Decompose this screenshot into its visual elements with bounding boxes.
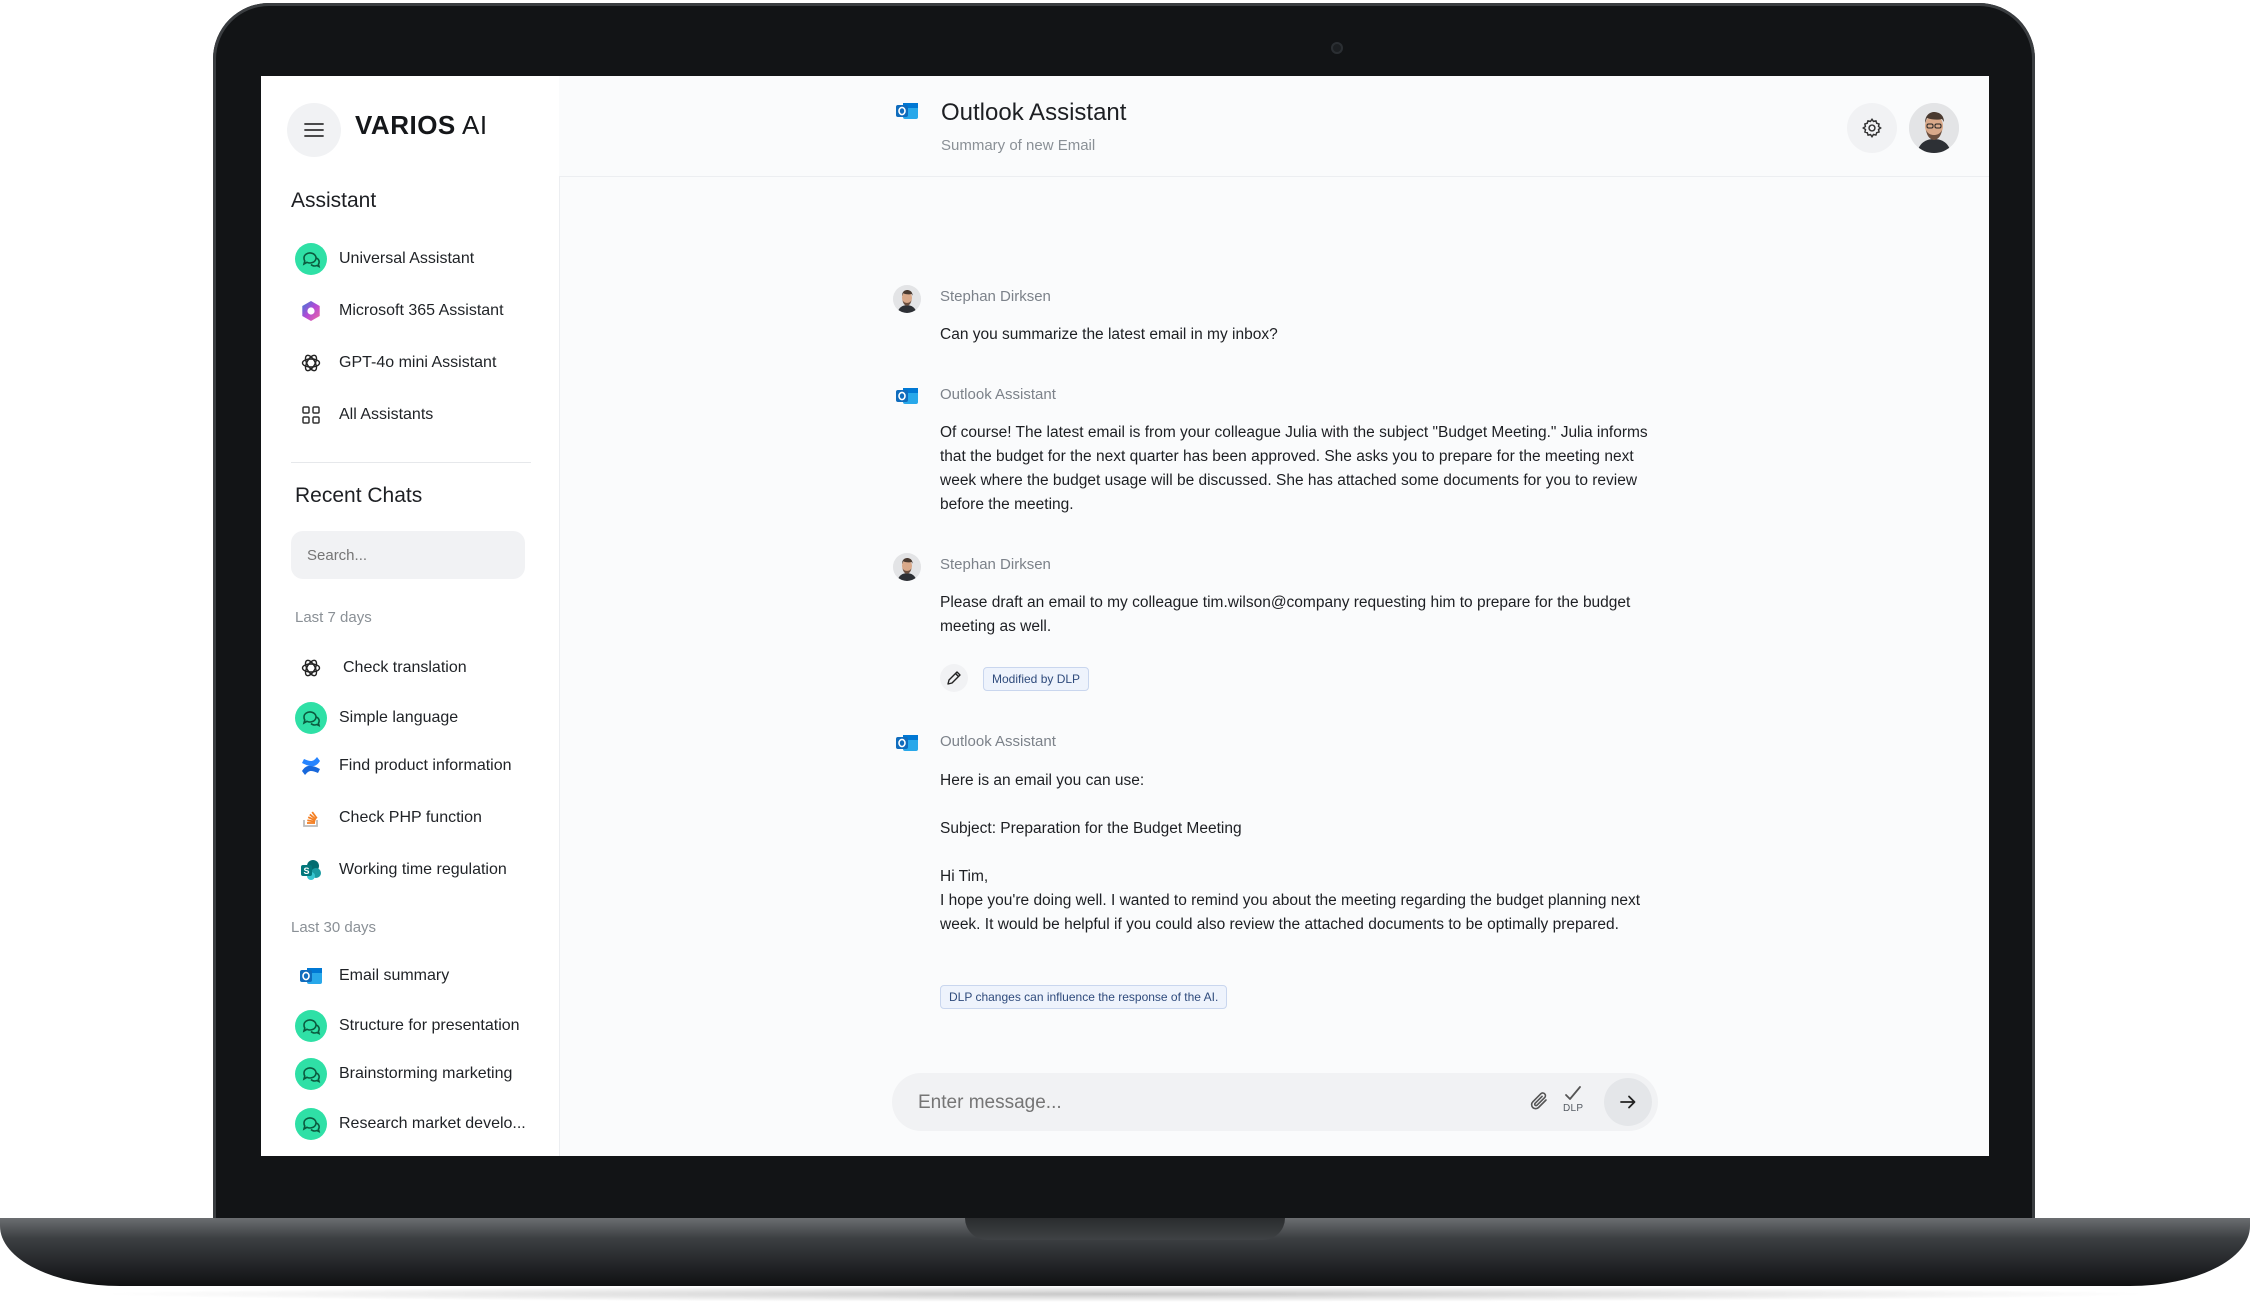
search-input[interactable] (291, 531, 525, 579)
message-text-greeting: Hi Tim, (940, 868, 989, 885)
user-avatar[interactable] (1909, 103, 1959, 153)
attach-button[interactable] (1528, 1089, 1552, 1120)
hamburger-icon (304, 123, 324, 137)
group-label-30-days: Last 30 days (291, 919, 377, 936)
message-input[interactable] (916, 1073, 1500, 1133)
openai-icon (295, 652, 327, 684)
sidebar-item-all-assistants[interactable]: All Assistants (295, 397, 433, 433)
sidebar-item-universal-assistant[interactable]: Universal Assistant (295, 241, 474, 277)
chat-bubbles-icon (295, 243, 327, 275)
sidebar-divider (291, 462, 531, 463)
message-text: Of course! The latest email is from your… (940, 424, 1648, 513)
dlp-notice-badge: DLP changes can influence the response o… (940, 985, 1228, 1009)
stackoverflow-icon (295, 802, 327, 834)
edit-message-button[interactable] (940, 664, 968, 692)
outlook-icon (895, 732, 919, 759)
arrow-right-icon (1620, 1095, 1636, 1109)
chat-item-simple-language[interactable]: Simple language (295, 700, 458, 736)
group-label-7-days: Last 7 days (295, 609, 372, 626)
chat-bubbles-icon (295, 702, 327, 734)
menu-button[interactable] (287, 103, 341, 157)
message-author: Outlook Assistant (940, 386, 1056, 403)
paperclip-icon (1530, 1092, 1547, 1110)
sidebar: VARIOS AI Assistant Universal Assistant … (261, 76, 560, 1156)
chat-item-brainstorming-marketing[interactable]: Brainstorming marketing (295, 1056, 512, 1092)
chat-item-check-php-function[interactable]: Check PHP function (295, 800, 482, 836)
message-author: Outlook Assistant (940, 733, 1056, 750)
pencil-icon (947, 671, 961, 685)
chat-item-research-market[interactable]: Research market develo... (295, 1106, 526, 1142)
person-avatar-icon (893, 553, 921, 581)
webcam (1331, 42, 1343, 54)
dlp-check-icon (1565, 1086, 1581, 1100)
user-message-avatar (893, 285, 921, 313)
message-text: Please draft an email to my colleague ti… (940, 594, 1631, 635)
sharepoint-icon: S (295, 854, 327, 886)
dlp-modified-badge: Modified by DLP (983, 667, 1090, 691)
laptop-shadow (90, 1286, 2160, 1302)
gear-icon (1862, 118, 1882, 139)
grid-icon (295, 399, 327, 431)
sidebar-item-m365-assistant[interactable]: Microsoft 365 Assistant (295, 293, 504, 329)
message-text-subject: Subject: Preparation for the Budget Meet… (940, 820, 1242, 837)
chat-item-email-summary[interactable]: Email summary (295, 958, 449, 994)
m365-copilot-icon (295, 295, 327, 327)
chat-item-find-product-information[interactable]: Find product information (295, 748, 512, 784)
svg-text:S: S (303, 866, 309, 876)
chat-bubbles-icon (295, 1010, 327, 1042)
person-avatar-icon (893, 285, 921, 313)
laptop-notch (965, 1218, 1285, 1240)
outlook-icon (295, 960, 327, 992)
chat-bubbles-icon (295, 1058, 327, 1090)
outlook-icon (895, 100, 919, 127)
message-text-intro: Here is an email you can use: (940, 772, 1145, 789)
person-avatar-icon (1909, 103, 1959, 153)
app-screen: VARIOS AI Assistant Universal Assistant … (261, 76, 1989, 1156)
dlp-label: DLP (1563, 1103, 1584, 1114)
message-text-body: I hope you're doing well. I wanted to re… (940, 892, 1641, 933)
chat-header: Outlook Assistant Summary of new Email (559, 76, 1989, 177)
message-text: Can you summarize the latest email in my… (940, 326, 1278, 343)
chat-bubbles-icon (295, 1108, 327, 1140)
message-author: Stephan Dirksen (940, 556, 1051, 573)
brand-logo: VARIOS AI (355, 110, 488, 140)
openai-icon (295, 347, 327, 379)
page-subtitle: Summary of new Email (941, 137, 1096, 154)
confluence-icon (295, 750, 327, 782)
settings-button[interactable] (1847, 103, 1897, 153)
outlook-icon (895, 385, 919, 412)
chat-item-working-time-regulation[interactable]: S Working time regulation (295, 852, 507, 888)
sidebar-item-gpt4o-mini[interactable]: GPT-4o mini Assistant (295, 345, 496, 381)
message-author: Stephan Dirksen (940, 288, 1051, 305)
chat-item-check-translation[interactable]: Check translation (295, 650, 467, 686)
recent-chats-title: Recent Chats (295, 484, 423, 507)
chat-item-structure-presentation[interactable]: Structure for presentation (295, 1008, 520, 1044)
message-composer: DLP (892, 1073, 1658, 1133)
assistant-section-title: Assistant (291, 189, 377, 212)
send-button[interactable] (1604, 1078, 1652, 1126)
user-message-avatar (893, 553, 921, 581)
page-title: Outlook Assistant (941, 99, 1127, 126)
